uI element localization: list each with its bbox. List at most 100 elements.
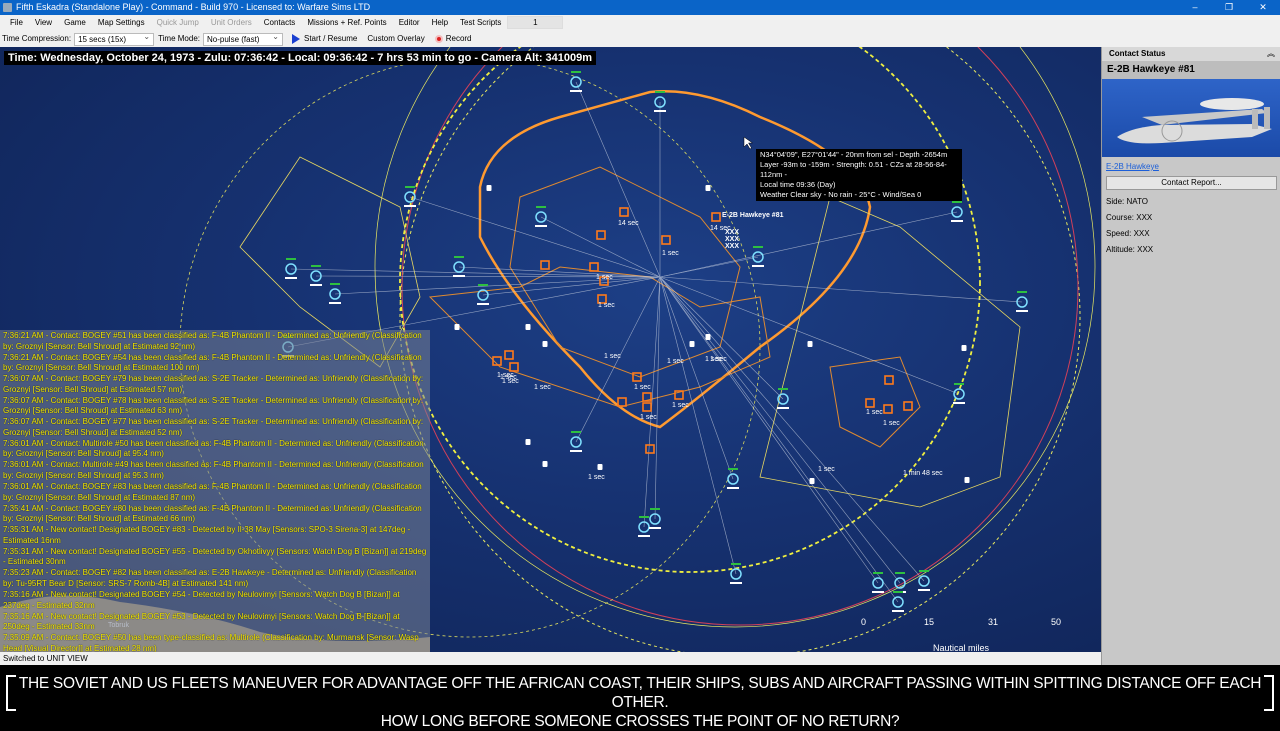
unknown-contact-icon[interactable] [689,341,695,347]
scale-tick: 15 [924,617,935,627]
unit-label: 1 sec [662,250,679,257]
unit-label: 14 sec [618,220,639,227]
close-button[interactable]: ✕ [1246,0,1280,15]
menu-unit-orders: Unit Orders [210,18,252,27]
hostile-contact-icon[interactable] [883,404,893,414]
custom-overlay-button[interactable]: Custom Overlay [362,31,429,47]
unit-label: 1 sec [672,402,689,409]
collapse-icon[interactable]: ︽ [1267,47,1275,61]
track-line [659,211,958,278]
log-message: 7:36:21 AM - Contact: BOGEY #51 has been… [3,331,422,351]
unit-label: 1 sec [502,378,519,385]
menu-editor[interactable]: Editor [393,15,426,31]
unknown-contact-icon[interactable] [961,345,967,351]
menu-view[interactable]: View [29,15,58,31]
scale-tick: 31 [988,617,999,627]
menu-file[interactable]: File [4,15,29,31]
menu-bar: File View Game Map Settings Quick Jump Unit O… [0,15,1280,31]
friendly-unit-icon[interactable] [285,258,297,279]
friendly-unit-icon[interactable] [535,206,547,227]
unit-label: 1 sec [534,384,551,391]
unit-label: 1 sec [596,274,613,281]
tooltip-line: Local time 09:36 (Day) [760,180,836,189]
unknown-contact-icon[interactable] [597,464,603,470]
hostile-contact-icon[interactable] [642,402,652,412]
hostile-contact-icon[interactable] [903,401,913,411]
friendly-unit-icon[interactable] [777,388,789,409]
number-box[interactable]: 1 [507,16,564,29]
track-line [659,276,899,603]
menu-help[interactable]: Help [426,15,454,31]
hostile-contact-icon[interactable] [589,262,599,272]
unit-label: 1 sec [497,372,514,379]
unknown-contact-icon[interactable] [705,334,711,340]
speed-field: Speed: XXX [1106,229,1150,238]
time-mode-select[interactable]: No-pulse (fast) [203,31,283,46]
unknown-contact-icon[interactable] [964,477,970,483]
hostile-contact-icon[interactable] [661,235,671,245]
menu-map-settings[interactable]: Map Settings [92,15,151,31]
unknown-contact-icon[interactable] [705,185,711,191]
log-message: 7:36:01 AM - Contact: Multirole #49 has … [3,460,424,481]
friendly-unit-icon[interactable] [453,256,465,277]
unit-label: 1 sec [640,414,657,421]
hostile-contact-icon[interactable] [865,398,875,408]
minimize-button[interactable]: – [1178,0,1212,15]
unit-label: XXX [725,236,739,243]
contact-report-button[interactable]: Contact Report... [1106,176,1277,190]
status-bar: Switched to UNIT VIEW [0,652,1101,665]
hostile-contact-icon[interactable] [645,444,655,454]
caption-banner: THE SOVIET AND US FLEETS MANEUVER FOR AD… [0,665,1280,730]
tooltip-line: Layer -93m to -159m - Strength: 0.51 - C… [760,160,947,179]
time-compression-select[interactable]: 15 secs (15x) [74,31,155,46]
unknown-contact-icon[interactable] [542,341,548,347]
unknown-contact-icon[interactable] [809,478,815,484]
friendly-unit-icon[interactable] [918,570,930,591]
start-resume-label: Start / Resume [304,34,358,43]
unknown-contact-icon[interactable] [542,461,548,467]
unit-label: 1 sec [604,353,621,360]
hostile-contact-icon[interactable] [617,397,627,407]
menu-test-scripts[interactable]: Test Scripts [454,15,507,31]
tactical-map[interactable]: 14 sec 14 sec XXX XXX XXX 1 sec 1 sec 1 sec 1 se… [0,47,1101,652]
log-message: 7:35:31 AM - New contact! Designated BOG… [3,546,427,567]
unknown-contact-icon[interactable] [486,185,492,191]
unknown-contact-icon[interactable] [525,439,531,445]
patrol-zone [478,90,872,429]
friendly-unit-icon[interactable] [951,201,963,222]
unknown-contact-icon[interactable] [525,324,531,330]
log-message: 7:35:09 AM - Contact: BOGEY #50 has been… [3,633,419,652]
record-label: Record [445,34,472,43]
hostile-contact-icon[interactable] [540,260,550,270]
hostile-contact-icon[interactable] [884,375,894,385]
aircraft-photo [1102,79,1280,157]
menu-contacts[interactable]: Contacts [258,15,302,31]
hostile-contact-icon[interactable] [619,207,629,217]
maximize-button[interactable]: ❐ [1212,0,1246,15]
hostile-contact-icon[interactable] [596,230,606,240]
unit-label: 1 sec [588,474,605,481]
hostile-contact-icon[interactable] [509,362,519,372]
hostile-contact-icon[interactable] [504,350,514,360]
track-line [659,276,901,584]
friendly-unit-icon[interactable] [310,265,322,286]
title-bar: Fifth Eskadra (Standalone Play) - Comman… [0,0,1280,15]
track-line [575,81,661,278]
caption-line: THE SOVIET AND US FLEETS MANEUVER FOR AD… [18,675,1262,711]
window-title: Fifth Eskadra (Standalone Play) - Comman… [16,2,371,12]
hostile-contact-icon[interactable] [711,212,721,222]
unknown-contact-icon[interactable] [454,324,460,330]
friendly-unit-icon[interactable] [570,71,582,92]
log-message: 7:36:01 AM - Contact: BOGEY #83 has been… [3,482,422,502]
message-log[interactable]: 7:36:21 AM - Contact: BOGEY #51 has been… [0,330,430,652]
log-message: 7:35:41 AM - Contact: BOGEY #80 has been… [3,503,422,524]
unit-label: XXX [725,229,739,236]
menu-game[interactable]: Game [58,15,92,31]
record-button[interactable]: Record [430,31,477,47]
contact-type-link[interactable]: E-2B Hawkeye [1106,162,1280,171]
start-resume-button[interactable]: Start / Resume [287,31,362,47]
unit-label: 1 sec [866,409,883,416]
mouse-cursor-icon [743,136,754,150]
unknown-contact-icon[interactable] [807,341,813,347]
menu-missions-ref-points[interactable]: Missions + Ref. Points [301,15,392,31]
